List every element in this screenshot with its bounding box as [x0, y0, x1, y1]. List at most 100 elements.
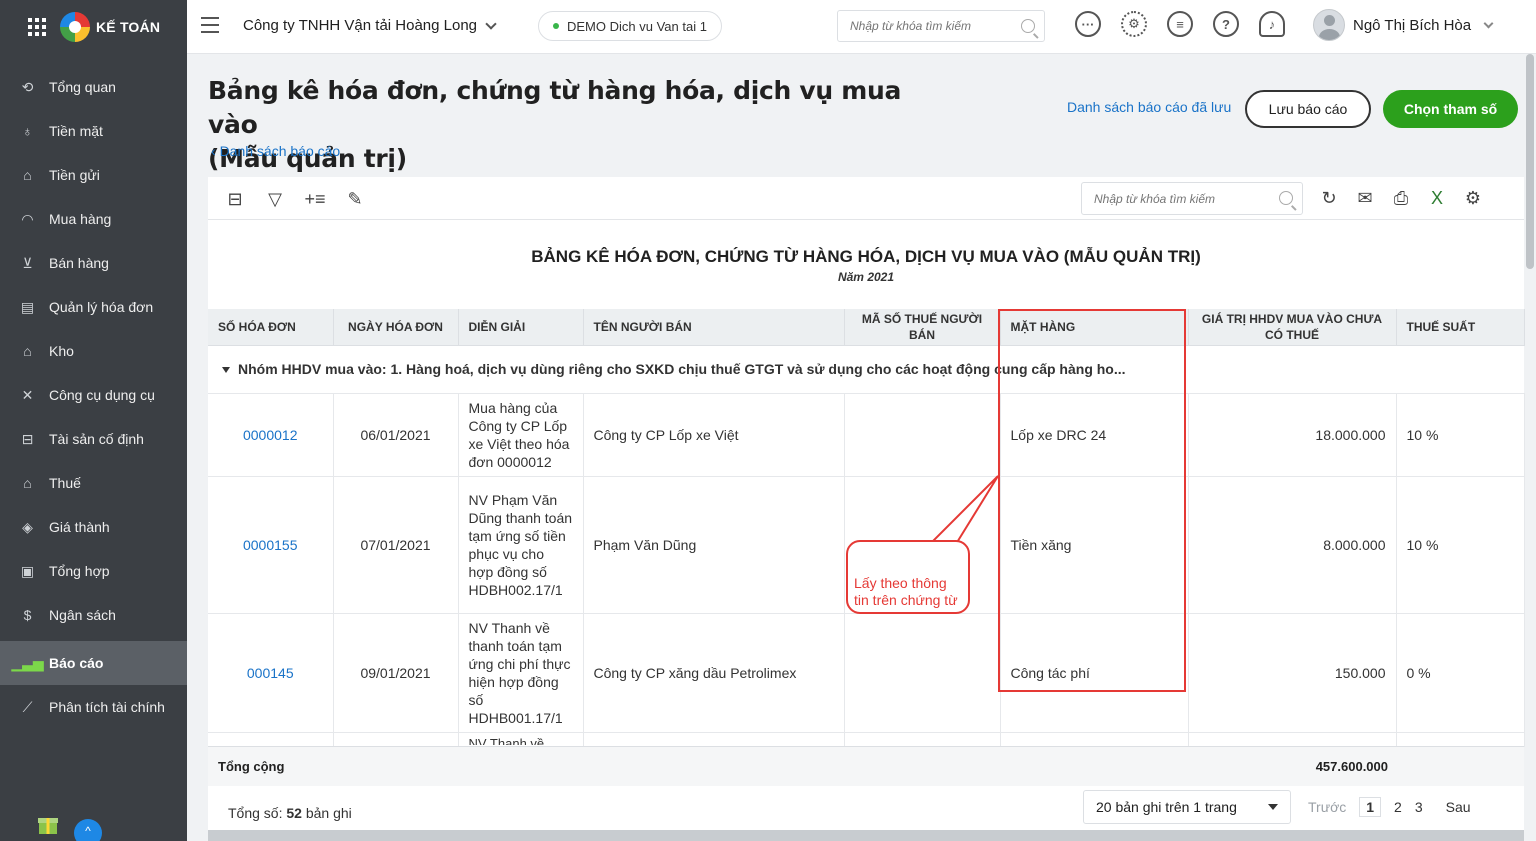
page-1-button[interactable]: 1: [1359, 797, 1382, 817]
sidebar-item-label: Phân tích tài chính: [49, 699, 165, 715]
global-search[interactable]: [837, 10, 1045, 42]
more-icon[interactable]: ···: [1075, 11, 1101, 37]
report-search-input[interactable]: [1082, 183, 1302, 214]
record-count-value: 52: [286, 805, 302, 821]
col-tax-code[interactable]: Mã số thuế người bán: [844, 309, 1001, 346]
sidebar-item-tien-gui[interactable]: ⌂ Tiền gửi: [0, 153, 187, 197]
value: [1188, 732, 1397, 747]
invoice-no-link[interactable]: 000145: [208, 613, 334, 733]
summary-icon: ▣: [20, 562, 35, 579]
sidebar-item-label: Thuế: [49, 475, 81, 491]
global-search-input[interactable]: [838, 11, 1044, 41]
sidebar-item-ban-hang[interactable]: ⊻ Bán hàng: [0, 241, 187, 285]
bell-icon[interactable]: ♪: [1259, 11, 1285, 37]
edit-icon[interactable]: ✎: [342, 186, 368, 212]
sidebar-item-cong-cu-dung-cu[interactable]: ✕ Công cụ dụng cụ: [0, 373, 187, 417]
gear-icon[interactable]: ⚙: [1121, 11, 1147, 37]
avatar: [1313, 9, 1345, 41]
sidebar-item-mua-hang[interactable]: ◠ Mua hàng: [0, 197, 187, 241]
company-name: Công ty TNHH Vận tải Hoàng Long: [243, 17, 478, 34]
sidebar-item-label: Tiền mặt: [49, 123, 103, 139]
group-row[interactable]: Nhóm HHDV mua vào: 1. Hàng hoá, dịch vụ …: [208, 345, 1524, 394]
col-seller[interactable]: Tên người bán: [583, 309, 845, 346]
page-2-button[interactable]: 2: [1394, 799, 1402, 815]
table-row[interactable]: NV Thanh về: [208, 732, 1525, 747]
sidebar-item-label: Kho: [49, 343, 74, 359]
col-invoice-date[interactable]: Ngày hóa đơn: [333, 309, 459, 346]
app-grid-icon[interactable]: [28, 18, 46, 36]
horizontal-scrollbar[interactable]: [208, 830, 1524, 841]
save-report-button[interactable]: Lưu báo cáo: [1245, 90, 1371, 128]
cash-icon: ♁: [22, 123, 33, 139]
page-scrollbar[interactable]: [1526, 54, 1534, 269]
refresh-icon[interactable]: ↻: [1316, 185, 1342, 211]
sidebar-item-gia-thanh[interactable]: ◈ Giá thành: [0, 505, 187, 549]
excel-icon[interactable]: X: [1424, 185, 1450, 211]
sidebar-item-label: Tài sản cố định: [49, 431, 144, 447]
email-icon[interactable]: ✉: [1352, 185, 1378, 211]
total-row: Tổng cộng 457.600.000: [208, 746, 1524, 786]
sidebar-item-tong-quan[interactable]: ⟲ Tổng quan: [0, 65, 187, 109]
settings-icon[interactable]: ⚙: [1460, 185, 1486, 211]
add-row-icon[interactable]: +≡: [302, 186, 328, 212]
sidebar-item-tong-hop[interactable]: ▣ Tổng hợp: [0, 549, 187, 593]
invoice-no-link[interactable]: 0000155: [208, 476, 334, 614]
toolbar-left: ⊟ ▽ +≡ ✎: [222, 186, 368, 212]
chat-bubble-icon[interactable]: ^: [74, 819, 102, 841]
menu-toggle-icon[interactable]: [201, 17, 219, 33]
sidebar-item-ngan-sach[interactable]: $ Ngân sách: [0, 593, 187, 637]
chevron-left-icon: ‹: [211, 143, 216, 159]
col-value[interactable]: Giá trị HHDV mua vào chưa có thuế: [1188, 309, 1397, 346]
col-description[interactable]: Diễn giải: [458, 309, 584, 346]
sidebar-item-tai-san-co-dinh[interactable]: ⊟ Tài sản cố định: [0, 417, 187, 461]
dashboard-icon: ⟲: [21, 78, 34, 95]
back-to-report-list[interactable]: ‹ Danh sách báo cáo: [211, 143, 340, 159]
invoice-no-link[interactable]: 0000012: [208, 393, 334, 477]
saved-reports-link[interactable]: Danh sách báo cáo đã lưu: [1067, 99, 1231, 115]
chat-icon[interactable]: ≡: [1167, 11, 1193, 37]
next-page-button[interactable]: Sau: [1446, 799, 1471, 815]
invoice-date: [333, 732, 459, 747]
group-label: Nhóm HHDV mua vào: 1. Hàng hoá, dịch vụ …: [208, 345, 1524, 394]
callout-pointer: [932, 475, 999, 546]
col-tax-rate[interactable]: Thuế suất: [1396, 309, 1525, 346]
sidebar-item-kho[interactable]: ⌂ Kho: [0, 329, 187, 373]
print-icon[interactable]: ⎙: [1388, 185, 1414, 211]
sidebar-item-phan-tich-tai-chinh[interactable]: ⟋ Phân tích tài chính: [0, 685, 187, 729]
report-subtitle: Năm 2021: [837, 270, 895, 284]
sidebar-item-quan-ly-hoa-don[interactable]: ▤ Quản lý hóa đơn: [0, 285, 187, 329]
user-menu[interactable]: Ngô Thị Bích Hòa: [1313, 9, 1494, 41]
report-search[interactable]: [1081, 182, 1303, 215]
sidebar-item-bao-cao[interactable]: ▁▃▅ Báo cáo: [0, 641, 187, 685]
help-icon[interactable]: ?: [1213, 11, 1239, 37]
prev-page-button[interactable]: Trước: [1308, 799, 1346, 815]
search-icon[interactable]: [1279, 191, 1293, 205]
app-logo[interactable]: KẾ TOÁN: [60, 12, 160, 42]
brand-bar: KẾ TOÁN: [0, 0, 187, 54]
asset-icon: ⊟: [21, 430, 34, 447]
gift-icon[interactable]: [36, 812, 60, 836]
top-icon-group: ··· ⚙ ≡ ? ♪: [1075, 11, 1285, 37]
select-parameters-button[interactable]: Chọn tham số: [1383, 90, 1518, 128]
total-value: 457.600.000: [1315, 759, 1388, 774]
seller: [583, 732, 845, 747]
company-selector[interactable]: Công ty TNHH Vận tải Hoàng Long: [243, 17, 497, 34]
sidebar-item-tien-mat[interactable]: ♁ Tiền mặt: [0, 109, 187, 153]
collapse-triangle-icon[interactable]: [222, 367, 230, 373]
sidebar-item-label: Tổng hợp: [49, 563, 110, 579]
collapse-icon[interactable]: ⊟: [222, 186, 248, 212]
table-row[interactable]: 000145 09/01/2021 NV Thanh về thanh toán…: [208, 613, 1525, 733]
page-title: Bảng kê hóa đơn, chứng từ hàng hóa, dịch…: [208, 74, 928, 176]
database-badge[interactable]: DEMO Dich vu Van tai 1: [538, 11, 722, 41]
page-size-value: 20 bản ghi trên 1 trang: [1096, 799, 1237, 815]
sidebar-item-thue[interactable]: ⌂ Thuế: [0, 461, 187, 505]
search-icon[interactable]: [1021, 19, 1035, 33]
filter-icon[interactable]: ▽: [262, 186, 288, 212]
page-size-select[interactable]: 20 bản ghi trên 1 trang: [1083, 790, 1291, 824]
table-row[interactable]: 0000012 06/01/2021 Mua hàng của Công ty …: [208, 393, 1525, 477]
record-count-suffix: bản ghi: [305, 805, 352, 821]
col-invoice-no[interactable]: Số hóa đơn: [208, 309, 334, 346]
description-clipped: NV Thanh về: [468, 736, 545, 745]
page-3-button[interactable]: 3: [1415, 799, 1423, 815]
tools-icon: ✕: [21, 386, 34, 403]
